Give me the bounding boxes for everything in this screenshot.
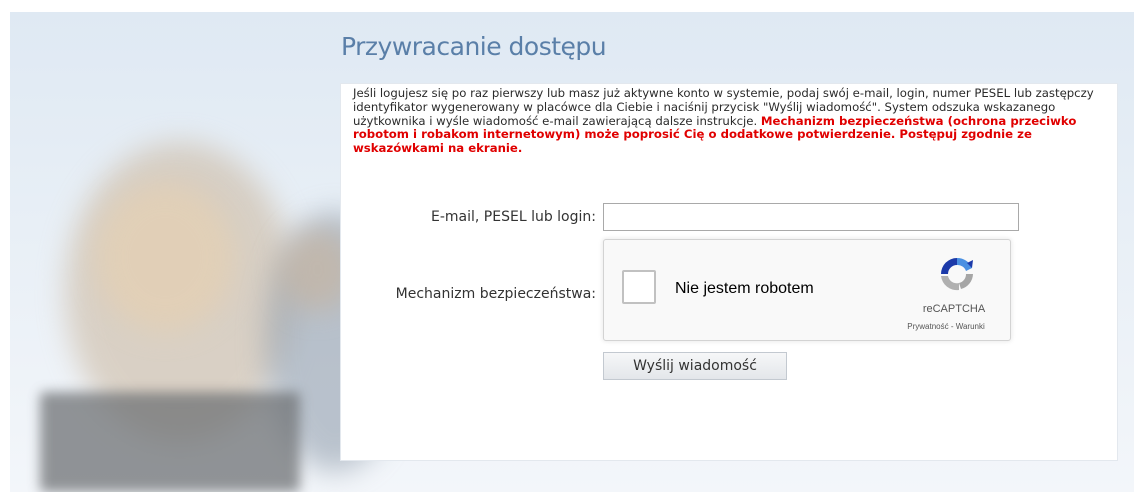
send-message-button[interactable]: Wyślij wiadomość — [603, 352, 787, 380]
email-pesel-login-input[interactable] — [603, 203, 1019, 231]
blurred-face-left — [95, 182, 235, 332]
email-label: E-mail, PESEL lub login: — [431, 209, 596, 225]
recaptcha-brand: reCAPTCHA — [922, 303, 986, 315]
blurred-laptop — [40, 392, 300, 492]
recaptcha-widget: Nie jestem robotem reCAPTCHA Prywatność … — [603, 239, 1011, 341]
recaptcha-logo-icon — [941, 257, 973, 291]
info-text: Jeśli logujesz się po raz pierwszy lub m… — [353, 86, 1113, 156]
recaptcha-checkbox-label: Nie jestem robotem — [675, 280, 814, 297]
security-label: Mechanizm bezpieczeństwa: — [395, 286, 596, 302]
recaptcha-checkbox[interactable] — [622, 270, 656, 304]
recaptcha-privacy-terms[interactable]: Prywatność - Warunki — [886, 322, 1006, 331]
page-title: Przywracanie dostępu — [341, 32, 607, 61]
